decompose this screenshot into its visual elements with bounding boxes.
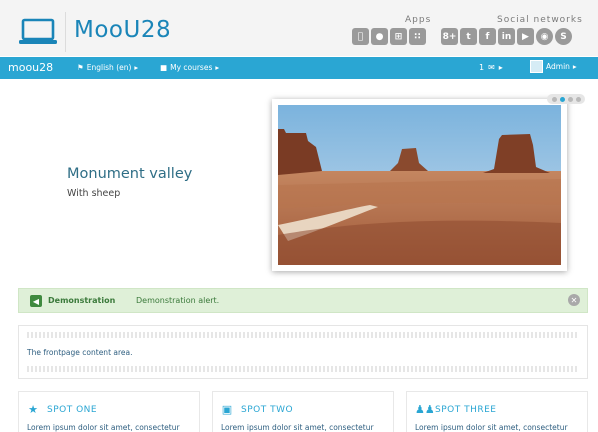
my-courses-label: My courses xyxy=(170,63,213,72)
site-name[interactable]: MooU28 xyxy=(74,17,171,43)
nav-brand[interactable]: moou28 xyxy=(8,61,53,74)
slider-dot[interactable] xyxy=(575,96,581,102)
flag-icon: ⚑ xyxy=(77,63,84,72)
briefcase-icon: ■ xyxy=(160,63,168,72)
spot-text: Lorem ipsum dolor sit amet, consectetur xyxy=(415,423,568,432)
spot-three: ♟♟ SPOT THREE Lorem ipsum dolor sit amet… xyxy=(406,391,588,432)
twitter-icon[interactable]: t xyxy=(460,28,477,45)
messages-menu[interactable]: 1 ✉ ▸ xyxy=(479,63,503,72)
app-icons:  ● ⊞ ∷ xyxy=(352,28,426,45)
flickr-icon[interactable]: ◉ xyxy=(536,28,553,45)
slider-dot[interactable] xyxy=(551,96,557,102)
bus-icon: ▣ xyxy=(221,403,233,416)
close-icon[interactable]: ✕ xyxy=(568,294,580,306)
youtube-icon[interactable]: ▶ xyxy=(517,28,534,45)
spot-title: SPOT ONE xyxy=(47,404,98,415)
spot-text: Lorem ipsum dolor sit amet, consectetur xyxy=(221,423,374,432)
users-icon: ♟♟ xyxy=(415,403,435,416)
header: MooU28 Apps Social networks  ● ⊞ ∷ 8+ t… xyxy=(0,0,598,56)
language-menu[interactable]: ⚑ English (en) ▸ xyxy=(77,63,138,72)
social-icons: 8+ t f in ▶ ◉ S xyxy=(441,28,572,45)
my-courses-menu[interactable]: ■ My courses ▸ xyxy=(160,63,219,72)
apple-icon[interactable]:  xyxy=(352,28,369,45)
message-count: 1 xyxy=(479,63,485,72)
slider-dot[interactable] xyxy=(567,96,573,102)
linkedin-icon[interactable]: in xyxy=(498,28,515,45)
envelope-icon: ✉ xyxy=(488,63,495,72)
megaphone-icon: ◀ xyxy=(30,295,42,307)
user-menu[interactable]: Admin ▸ xyxy=(530,60,577,73)
content-text: The frontpage content area. xyxy=(27,348,133,357)
social-networks-label: Social networks xyxy=(497,15,583,25)
slider-dot[interactable] xyxy=(559,96,565,102)
spot-title: SPOT THREE xyxy=(435,404,497,415)
slide-image xyxy=(272,99,567,271)
divider xyxy=(27,366,579,372)
caret-right-icon: ▸ xyxy=(498,63,503,72)
user-name: Admin xyxy=(546,62,570,71)
apps-label: Apps xyxy=(405,15,432,25)
demonstration-alert: ◀ Demonstration Demonstration alert. ✕ xyxy=(18,288,588,313)
avatar xyxy=(530,60,543,73)
alert-text: Demonstration alert. xyxy=(136,296,220,305)
windows-icon[interactable]: ⊞ xyxy=(390,28,407,45)
monument-valley-photo xyxy=(278,105,561,265)
spot-two: ▣ SPOT TWO Lorem ipsum dolor sit amet, c… xyxy=(212,391,394,432)
navbar: moou28 ⚑ English (en) ▸ ■ My courses ▸ 1… xyxy=(0,57,598,79)
frontpage-content: The frontpage content area. xyxy=(18,325,588,379)
language-label: English (en) xyxy=(86,63,132,72)
caret-right-icon: ▸ xyxy=(572,62,577,71)
skype-icon[interactable]: S xyxy=(555,28,572,45)
spot-title: SPOT TWO xyxy=(241,404,294,415)
slide-caption: With sheep xyxy=(67,188,121,199)
alert-title: Demonstration xyxy=(48,296,116,305)
facebook-icon[interactable]: f xyxy=(479,28,496,45)
laptop-icon xyxy=(19,18,57,44)
slide-title: Monument valley xyxy=(67,166,193,182)
slider-pagination xyxy=(547,94,585,104)
blackberry-icon[interactable]: ∷ xyxy=(409,28,426,45)
logo[interactable] xyxy=(12,12,66,52)
caret-right-icon: ▸ xyxy=(134,63,139,72)
divider xyxy=(27,332,579,338)
star-icon: ★ xyxy=(28,403,38,416)
android-icon[interactable]: ● xyxy=(371,28,388,45)
spot-text: Lorem ipsum dolor sit amet, consectetur xyxy=(27,423,180,432)
caret-right-icon: ▸ xyxy=(215,63,220,72)
googleplus-icon[interactable]: 8+ xyxy=(441,28,458,45)
spot-one: ★ SPOT ONE Lorem ipsum dolor sit amet, c… xyxy=(18,391,200,432)
